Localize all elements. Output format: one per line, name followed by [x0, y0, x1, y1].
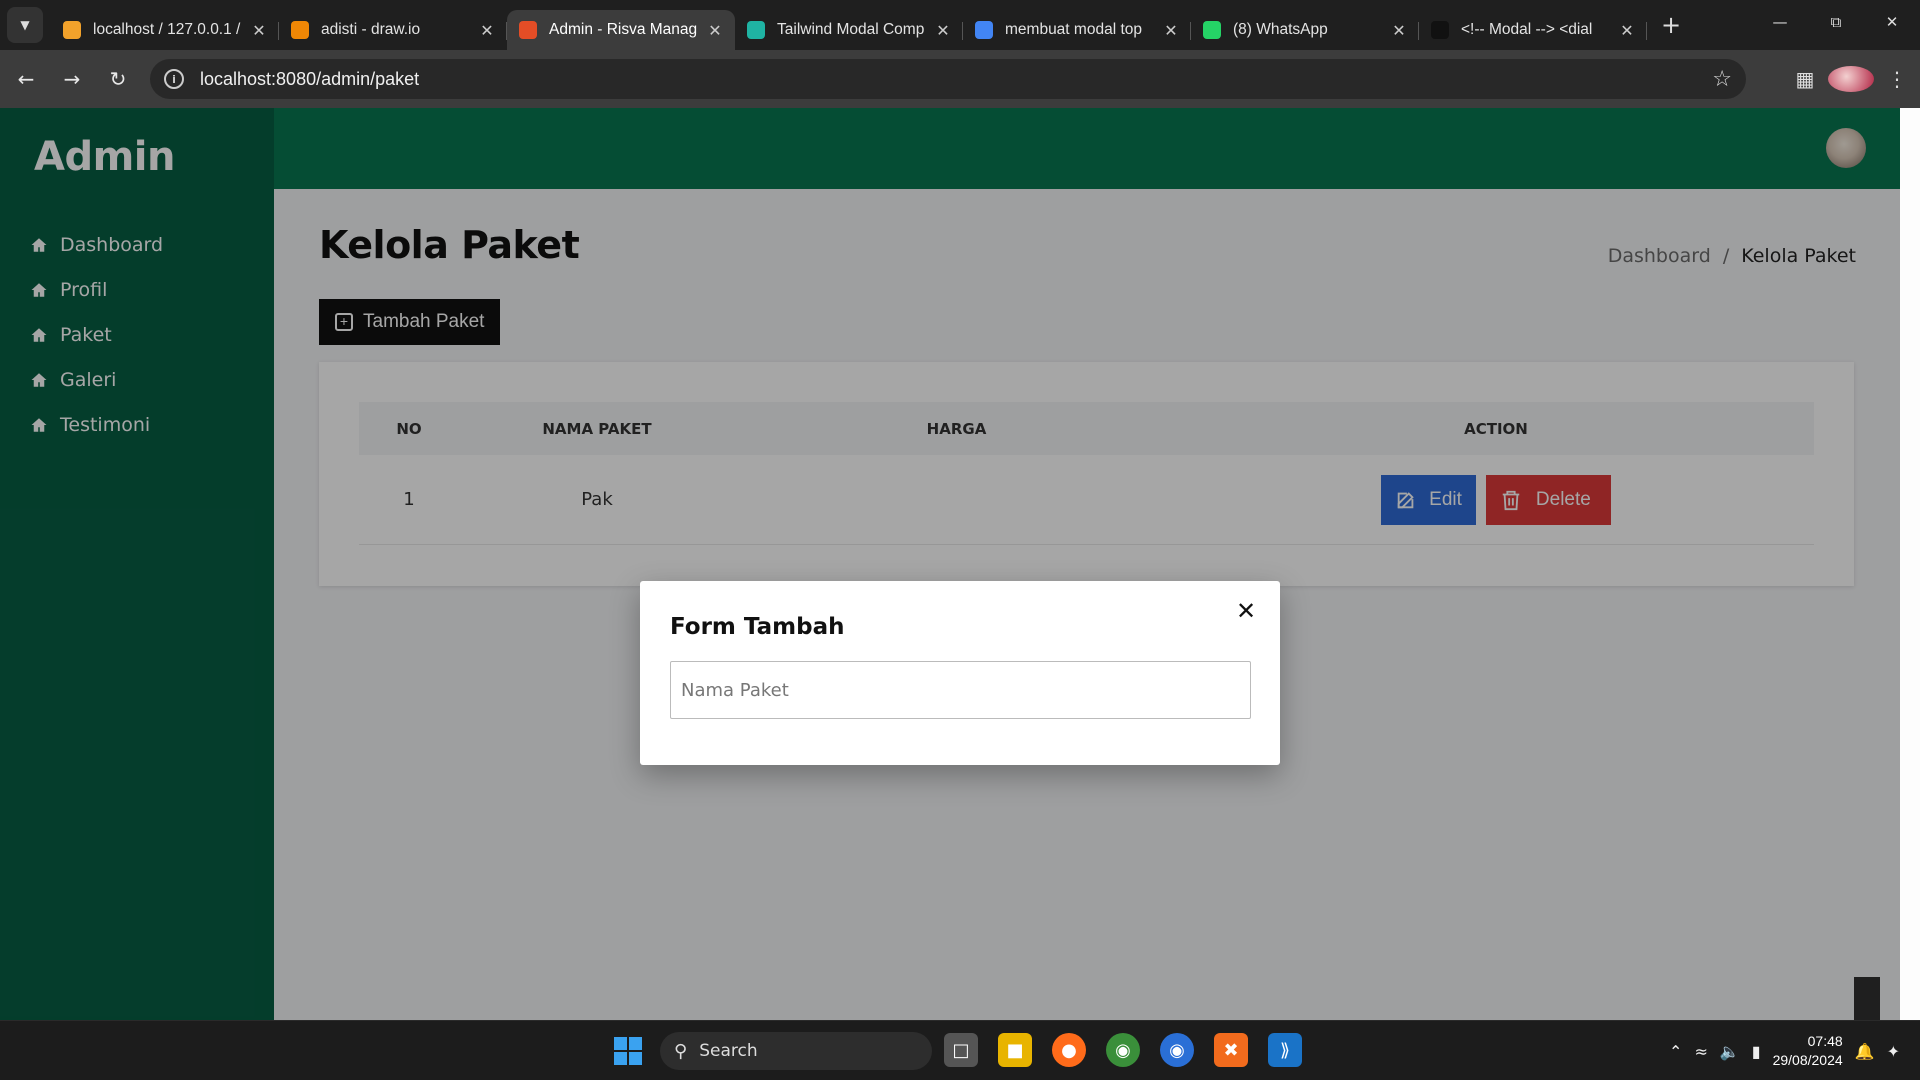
taskbar-search[interactable]: ⚲ Search [660, 1032, 932, 1070]
forward-button[interactable]: → [52, 59, 92, 99]
extensions-icon[interactable]: ▦ [1782, 67, 1828, 91]
tab-close-icon[interactable]: ✕ [249, 21, 269, 40]
site-info-icon[interactable]: i [164, 69, 184, 89]
browser-tab[interactable]: Admin - Risva Manag ✕ [507, 10, 735, 50]
page-scrollbar[interactable] [1900, 108, 1920, 1020]
browser-tab[interactable]: adisti - draw.io ✕ [279, 10, 507, 50]
os-taskbar: ⚲ Search □ ■ ● ◉ ◉ ✖ ⟫ ⌃ ≈ 🔈 ▮ 07:48 29/… [0, 1020, 1920, 1080]
clock-time: 07:48 [1807, 1033, 1843, 1049]
tab-title: adisti - draw.io [321, 21, 421, 38]
window-controls: — ⧉ ✕ [1752, 0, 1920, 44]
clock-date: 29/08/2024 [1772, 1052, 1843, 1068]
copilot-icon[interactable]: ✦ [1887, 1042, 1900, 1061]
url-text[interactable]: localhost:8080/admin/paket [200, 69, 419, 90]
chrome-icon[interactable]: ◉ [1106, 1033, 1140, 1067]
debug-toolbar-toggle[interactable] [1854, 977, 1880, 1020]
profile-button[interactable] [1828, 66, 1874, 92]
tab-favicon-icon [291, 21, 309, 39]
browser-tab-strip: ▼ localhost / 127.0.0.1 /✕ adisti - draw.… [0, 0, 1920, 50]
form-tambah-modal: Form Tambah ✕ [640, 581, 1280, 765]
notification-bell-icon[interactable]: 🔔 [1855, 1042, 1875, 1061]
battery-icon[interactable]: ▮ [1752, 1042, 1761, 1061]
tab-close-icon[interactable]: ✕ [1617, 21, 1637, 40]
tab-favicon-icon [1431, 21, 1449, 39]
browser-tab[interactable]: (8) WhatsApp ✕ [1191, 10, 1419, 50]
nama-paket-input[interactable] [670, 661, 1251, 719]
chevron-up-icon[interactable]: ⌃ [1669, 1042, 1682, 1061]
minimize-button[interactable]: — [1752, 0, 1808, 44]
web-page: Admin Dashboard Profil Paket Galeri Testimon… [0, 108, 1900, 1020]
windows-start-button[interactable] [614, 1037, 642, 1065]
tab-close-icon[interactable]: ✕ [1161, 21, 1181, 40]
tab-close-icon[interactable]: ✕ [705, 21, 725, 40]
browser-tab[interactable]: localhost / 127.0.0.1 / ✕ [51, 10, 279, 50]
taskbar-apps: □ ■ ● ◉ ◉ ✖ ⟫ [944, 1033, 1302, 1067]
tab-favicon-icon [975, 21, 993, 39]
tab-favicon-icon [519, 21, 537, 39]
restore-button[interactable]: ⧉ [1808, 0, 1864, 44]
close-icon[interactable]: ✕ [1232, 597, 1260, 625]
modal-backdrop[interactable] [0, 108, 1900, 1020]
tab-close-icon[interactable]: ✕ [1389, 21, 1409, 40]
browser-tab[interactable]: Tailwind Modal Comp ✕ [735, 10, 963, 50]
volume-icon[interactable]: 🔈 [1720, 1042, 1740, 1061]
browser-toolbar: ← → ↻ i localhost:8080/admin/paket ☆ ▦ ⋮ [0, 50, 1920, 108]
tab-title: localhost / 127.0.0.1 / [93, 21, 241, 38]
taskbar-clock[interactable]: 07:48 29/08/2024 [1773, 1032, 1843, 1070]
task-view-icon[interactable]: □ [944, 1033, 978, 1067]
bookmark-star-icon[interactable]: ☆ [1712, 67, 1732, 92]
tab-favicon-icon [63, 21, 81, 39]
tab-title: Admin - Risva Manag [549, 21, 698, 38]
tab-close-icon[interactable]: ✕ [477, 21, 497, 40]
tab-favicon-icon [747, 21, 765, 39]
modal-title: Form Tambah [670, 614, 845, 640]
tab-list: localhost / 127.0.0.1 /✕ adisti - draw.io… [51, 0, 1647, 50]
close-window-button[interactable]: ✕ [1864, 0, 1920, 44]
system-tray: ⌃ ≈ 🔈 ▮ 07:48 29/08/2024 🔔 ✦ [1669, 1021, 1900, 1080]
file-explorer-icon[interactable]: ■ [998, 1033, 1032, 1067]
tab-search-button[interactable]: ▼ [7, 7, 43, 43]
new-tab-button[interactable]: + [1653, 7, 1689, 43]
browser-tab[interactable]: <!-- Modal --> <dial ✕ [1419, 10, 1647, 50]
tab-title: membuat modal top [1005, 21, 1142, 38]
tab-close-icon[interactable]: ✕ [933, 21, 953, 40]
menu-kebab-icon[interactable]: ⋮ [1874, 67, 1920, 91]
wifi-icon[interactable]: ≈ [1694, 1042, 1707, 1061]
chrome-dev-icon[interactable]: ◉ [1160, 1033, 1194, 1067]
tab-title: <!-- Modal --> <dial [1461, 21, 1593, 38]
tab-title: (8) WhatsApp [1233, 21, 1328, 38]
toolbar-right: ▦ ⋮ [1782, 50, 1920, 108]
profile-avatar [1828, 66, 1874, 92]
tab-title: Tailwind Modal Comp [777, 21, 925, 38]
browser-tab[interactable]: membuat modal top ✕ [963, 10, 1191, 50]
back-button[interactable]: ← [6, 59, 46, 99]
reload-button[interactable]: ↻ [98, 59, 138, 99]
xampp-icon[interactable]: ✖ [1214, 1033, 1248, 1067]
vscode-icon[interactable]: ⟫ [1268, 1033, 1302, 1067]
address-bar[interactable]: i localhost:8080/admin/paket ☆ [150, 59, 1746, 99]
taskbar-search-label: Search [699, 1041, 758, 1061]
firefox-icon[interactable]: ● [1052, 1033, 1086, 1067]
tab-favicon-icon [1203, 21, 1221, 39]
search-icon: ⚲ [674, 1040, 688, 1062]
